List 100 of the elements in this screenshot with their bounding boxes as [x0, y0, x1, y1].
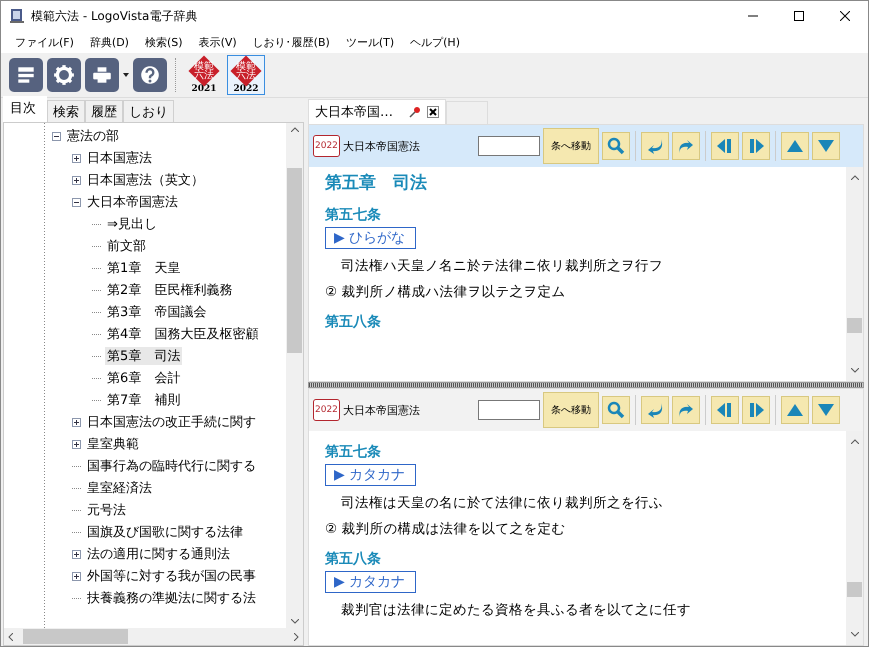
dictionary-title: 大日本帝国憲法 — [342, 402, 421, 418]
scroll-left-icon[interactable] — [8, 632, 13, 640]
tree-item[interactable]: 皇室典範 — [85, 435, 141, 453]
tree-item[interactable]: 日本国憲法の改正手続に関す — [85, 413, 258, 431]
tree-item[interactable]: 日本国憲法（英文） — [85, 171, 206, 189]
print-button[interactable] — [85, 58, 119, 92]
script-toggle-button[interactable]: ▶ カタカナ — [325, 571, 416, 593]
scroll-up-icon[interactable] — [850, 439, 858, 444]
menu-item[interactable]: 表示(V) — [192, 32, 243, 52]
tree-item[interactable]: 第6章 会計 — [105, 369, 182, 387]
article-number-field[interactable] — [478, 136, 540, 156]
scroll-down-icon[interactable] — [850, 368, 858, 373]
expander-icon[interactable] — [72, 550, 81, 558]
back-arrow-button[interactable] — [640, 132, 669, 160]
tree-item[interactable]: 国旗及び国歌に関する法律 — [85, 523, 245, 541]
tree-item[interactable]: 国事行為の臨時代行に関する — [85, 457, 258, 475]
scroll-thumb[interactable] — [847, 318, 862, 333]
scroll-right-icon[interactable] — [294, 632, 299, 640]
script-toggle-button[interactable]: ▶ カタカナ — [325, 464, 416, 486]
pin-icon[interactable] — [409, 106, 421, 118]
tree-item[interactable]: 法の適用に関する通則法 — [85, 545, 232, 563]
tree-item[interactable]: ⇒見出し — [105, 215, 159, 233]
article-text: 司法権ハ天皇ノ名ニ於テ法律ニ依リ裁判所之ヲ行フ — [341, 257, 664, 275]
tree-item[interactable]: 外国等に対する我が国の民事 — [85, 567, 258, 585]
vertical-scrollbar[interactable] — [846, 431, 863, 645]
tree-item[interactable]: 第3章 帝国議会 — [105, 303, 208, 321]
article-heading: 第五八条 — [325, 550, 382, 568]
forward-arrow-button[interactable] — [672, 396, 700, 424]
down-triangle-button[interactable] — [812, 396, 840, 424]
sidebar-tab[interactable]: 目次 — [3, 96, 47, 122]
tree-item[interactable]: 皇室経済法 — [85, 479, 154, 497]
expander-icon[interactable] — [72, 176, 81, 184]
scroll-up-icon[interactable] — [850, 175, 858, 180]
down-triangle-button[interactable] — [812, 132, 840, 160]
article-number-field[interactable] — [478, 400, 540, 420]
expander-icon[interactable] — [72, 154, 81, 162]
back-arrow-button[interactable] — [640, 396, 669, 424]
tree-item[interactable]: 第2章 臣民権利義務 — [105, 281, 234, 299]
article-heading: 第五七条 — [325, 206, 382, 224]
scroll-thumb[interactable] — [287, 168, 302, 353]
expander-icon[interactable] — [72, 198, 81, 206]
menu-item[interactable]: 検索(S) — [138, 32, 189, 52]
edition-badge: 2022 — [313, 135, 340, 157]
expander-icon[interactable] — [72, 418, 81, 426]
chapter-heading: 第五章 司法 — [325, 172, 428, 194]
menu-item[interactable]: ファイル(F) — [9, 32, 80, 52]
tree-item[interactable]: 第4章 国務大臣及枢密顧 — [105, 325, 260, 343]
scroll-down-icon[interactable] — [850, 632, 858, 637]
expander-icon[interactable] — [72, 572, 81, 580]
tree-item[interactable]: 第7章 補則 — [105, 391, 182, 409]
document-button[interactable] — [9, 58, 43, 92]
jump-button[interactable]: 条へ移動 — [542, 392, 599, 428]
close-icon[interactable] — [427, 106, 439, 118]
article-text: 司法権は天皇の名に於て法律に依り裁判所之を行ふ — [341, 494, 664, 512]
app-icon — [9, 8, 25, 24]
tree-item[interactable]: 第5章 司法 — [105, 347, 182, 365]
next-button[interactable] — [742, 132, 770, 160]
sidebar-tab[interactable]: 検索 — [47, 100, 85, 122]
help-button[interactable] — [133, 58, 167, 92]
previous-button[interactable] — [710, 396, 739, 424]
scroll-up-icon[interactable] — [290, 127, 298, 132]
jump-button[interactable]: 条へ移動 — [542, 128, 599, 164]
menu-item[interactable]: ヘルプ(H) — [404, 32, 466, 52]
edition-button[interactable]: 模範六法 2022 — [227, 55, 265, 95]
horizontal-scrollbar[interactable] — [4, 628, 303, 645]
article-text: 裁判官は法律に定めたる資格を具ふる者を以て之に任す — [341, 601, 692, 619]
tree-item[interactable]: 憲法の部 — [65, 127, 121, 145]
vertical-scrollbar[interactable] — [286, 123, 303, 628]
up-triangle-button[interactable] — [780, 132, 809, 160]
sidebar-tab[interactable]: 履歴 — [85, 100, 123, 122]
settings-button[interactable] — [47, 58, 81, 92]
forward-arrow-button[interactable] — [672, 132, 700, 160]
dropdown-caret-icon[interactable] — [123, 73, 129, 77]
sidebar-tab[interactable]: しおり — [123, 100, 174, 122]
up-triangle-button[interactable] — [780, 396, 809, 424]
search-button[interactable] — [602, 396, 630, 424]
search-button[interactable] — [602, 132, 630, 160]
tree-item[interactable]: 日本国憲法 — [85, 149, 154, 167]
expander-icon[interactable] — [72, 440, 81, 448]
scroll-thumb[interactable] — [23, 629, 128, 644]
tree-item[interactable]: 第1章 天皇 — [105, 259, 182, 277]
help-icon — [139, 64, 161, 86]
tree-item[interactable]: 大日本帝国憲法 — [85, 193, 180, 211]
tree-item[interactable]: 前文部 — [105, 237, 148, 255]
window-title: 模範六法 - LogoVista電子辞典 — [31, 8, 198, 24]
script-toggle-button[interactable]: ▶ ひらがな — [325, 227, 416, 249]
menu-item[interactable]: 辞典(D) — [84, 32, 135, 52]
maximize-icon[interactable] — [794, 11, 804, 21]
close-icon[interactable] — [840, 11, 850, 21]
scroll-thumb[interactable] — [847, 582, 862, 597]
vertical-scrollbar[interactable] — [846, 167, 863, 381]
previous-button[interactable] — [710, 132, 739, 160]
expander-icon[interactable] — [52, 132, 61, 140]
next-button[interactable] — [742, 396, 770, 424]
document-tab[interactable]: 大日本帝国… — [308, 99, 446, 124]
tree-item[interactable]: 元号法 — [85, 501, 128, 519]
menu-item[interactable]: ツール(T) — [340, 32, 400, 52]
tree-item[interactable]: 扶養義務の準拠法に関する法 — [85, 589, 258, 607]
menu-item[interactable]: しおり･履歴(B) — [246, 32, 336, 52]
scroll-down-icon[interactable] — [290, 619, 298, 624]
